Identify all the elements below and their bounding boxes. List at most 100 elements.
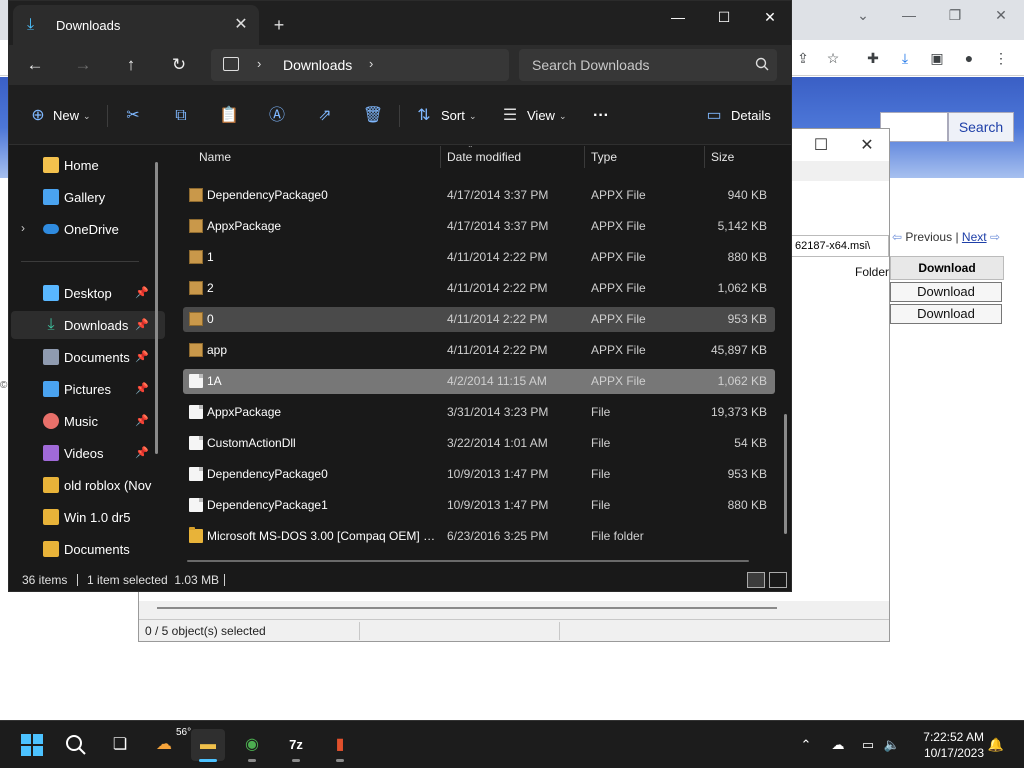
search-icon[interactable] bbox=[59, 729, 93, 761]
browser-minimize-button[interactable]: — bbox=[894, 4, 924, 26]
breadcrumb[interactable]: › Downloads › bbox=[211, 49, 509, 81]
download-button[interactable]: Download bbox=[890, 304, 1002, 324]
search-input[interactable] bbox=[519, 49, 749, 81]
start-icon[interactable] bbox=[15, 729, 49, 761]
chevron-right-icon[interactable]: › bbox=[257, 56, 261, 71]
file-explorer-taskbar-icon[interactable]: ▬ bbox=[191, 729, 225, 762]
table-row[interactable]: DependencyPackage1 10/9/2013 1:47 PM Fil… bbox=[183, 493, 775, 518]
table-row[interactable]: 1 4/11/2014 2:22 PM APPX File 880 KB bbox=[183, 245, 775, 270]
refresh-icon[interactable]: ↻ bbox=[165, 53, 193, 77]
explorer-tab[interactable]: ⤓ Downloads ✕ bbox=[13, 5, 259, 45]
notification-bell-icon[interactable]: 🔔 bbox=[986, 735, 1006, 755]
download-button[interactable]: Download bbox=[890, 282, 1002, 302]
chevron-down-icon[interactable]: ⌄ bbox=[469, 105, 477, 127]
close-button[interactable]: ✕ bbox=[747, 5, 793, 29]
table-row[interactable]: app 4/11/2014 2:22 PM APPX File 45,897 K… bbox=[183, 338, 775, 363]
sidebar-item-win-1-0[interactable]: Win 1.0 dr5 bbox=[11, 503, 165, 531]
cut-icon[interactable]: ✂ bbox=[122, 105, 144, 127]
web-search-input[interactable] bbox=[880, 112, 948, 142]
browser-close-button[interactable]: ✕ bbox=[986, 4, 1016, 26]
rename-icon[interactable]: Ⓐ bbox=[266, 105, 288, 127]
browser-menu-icon[interactable]: ⋮ bbox=[988, 45, 1014, 71]
sidebar-item-documents-folder[interactable]: Documents bbox=[11, 535, 165, 563]
sidebar-item-gallery[interactable]: Gallery bbox=[11, 183, 165, 211]
pin-icon[interactable]: 📌 bbox=[135, 382, 149, 395]
maximize-button[interactable]: ☐ bbox=[701, 5, 747, 29]
sidebar-item-old-roblox[interactable]: old roblox (Nov bbox=[11, 471, 165, 499]
content-horizontal-scrollbar[interactable] bbox=[187, 560, 749, 562]
side-panel-icon[interactable]: ▣ bbox=[924, 45, 950, 71]
sidebar-item-pictures[interactable]: Pictures 📌 bbox=[11, 375, 165, 403]
pin-icon[interactable]: 📌 bbox=[135, 350, 149, 363]
chrome-icon[interactable]: ◉ bbox=[235, 729, 269, 762]
table-row[interactable]: AppxPackage 4/17/2014 3:37 PM APPX File … bbox=[183, 214, 775, 239]
table-row[interactable]: DependencyPackage0 4/17/2014 3:37 PM APP… bbox=[183, 183, 775, 208]
bookmark-star-icon[interactable]: ☆ bbox=[820, 45, 846, 71]
table-row[interactable]: AppxPackage 3/31/2014 3:23 PM File 19,37… bbox=[183, 400, 775, 425]
view-icon[interactable]: ☰ bbox=[499, 105, 521, 127]
table-row[interactable]: 2 4/11/2014 2:22 PM APPX File 1,062 KB bbox=[183, 276, 775, 301]
column-divider[interactable] bbox=[704, 146, 705, 168]
paste-icon[interactable]: 📋 bbox=[218, 105, 240, 127]
chevron-right-icon[interactable]: › bbox=[21, 221, 25, 235]
breadcrumb-downloads[interactable]: Downloads bbox=[283, 57, 352, 73]
column-date-modified[interactable]: Date modified bbox=[447, 150, 521, 164]
browser-restore-button[interactable]: ❐ bbox=[940, 4, 970, 26]
search-icon[interactable] bbox=[755, 57, 769, 71]
sidebar-item-documents[interactable]: Documents 📌 bbox=[11, 343, 165, 371]
details-button[interactable]: Details bbox=[731, 105, 771, 127]
archive-scrollbar[interactable] bbox=[157, 607, 777, 609]
share-icon[interactable]: ⇗ bbox=[314, 105, 336, 127]
volume-icon[interactable]: 🔈 bbox=[882, 735, 902, 755]
system-clock[interactable]: 7:22:52 AM 10/17/2023 bbox=[916, 729, 984, 761]
7zip-icon[interactable]: 7z bbox=[279, 729, 313, 762]
sidebar-item-music[interactable]: Music 📌 bbox=[11, 407, 165, 435]
sidebar-item-desktop[interactable]: Desktop 📌 bbox=[11, 279, 165, 307]
tab-close-icon[interactable]: ✕ bbox=[229, 13, 253, 37]
archive-path-combo[interactable]: 62187-x64.msi\ bbox=[790, 235, 889, 257]
table-row[interactable]: 0 4/11/2014 2:22 PM APPX File 953 KB bbox=[183, 307, 775, 332]
new-plus-icon[interactable]: ⊕ bbox=[27, 105, 49, 127]
column-divider[interactable] bbox=[584, 146, 585, 168]
close-icon[interactable]: ✕ bbox=[847, 133, 887, 159]
chevron-right-icon[interactable]: › bbox=[369, 56, 373, 71]
tiles-view-icon[interactable] bbox=[769, 572, 787, 588]
chevron-down-icon[interactable]: ⌄ bbox=[848, 4, 878, 26]
sidebar-item-videos[interactable]: Videos 📌 bbox=[11, 439, 165, 467]
sidebar-item-home[interactable]: Home bbox=[11, 151, 165, 179]
extensions-icon[interactable]: ✚ bbox=[860, 45, 886, 71]
chevron-down-icon[interactable]: ⌄ bbox=[83, 105, 91, 127]
web-search-button[interactable]: Search bbox=[948, 112, 1014, 142]
minimize-button[interactable]: — bbox=[655, 5, 701, 29]
chevron-down-icon[interactable]: ⌄ bbox=[559, 105, 567, 127]
network-cloud-icon[interactable]: ☁ bbox=[828, 735, 848, 755]
delete-icon[interactable]: 🗑 bbox=[362, 105, 384, 127]
sort-icon[interactable]: ⇅ bbox=[413, 105, 435, 127]
back-arrow-icon[interactable]: ← bbox=[21, 53, 49, 77]
up-arrow-icon[interactable]: ↑ bbox=[117, 53, 145, 77]
pin-icon[interactable]: 📌 bbox=[135, 414, 149, 427]
column-divider[interactable] bbox=[440, 146, 441, 168]
nav-scrollbar[interactable] bbox=[155, 162, 158, 454]
maximize-icon[interactable]: ☐ bbox=[801, 133, 841, 159]
table-row[interactable]: 1A 4/2/2014 11:15 AM APPX File 1,062 KB bbox=[183, 369, 775, 394]
table-row[interactable]: DependencyPackage0 10/9/2013 1:47 PM Fil… bbox=[183, 462, 775, 487]
pin-icon[interactable]: 📌 bbox=[135, 286, 149, 299]
content-vertical-scrollbar[interactable] bbox=[784, 414, 787, 534]
previous-link[interactable]: Previous bbox=[905, 230, 952, 244]
details-pane-icon[interactable]: ▭ bbox=[703, 105, 725, 127]
downloads-icon[interactable]: ⤓ bbox=[892, 45, 918, 71]
next-link[interactable]: Next bbox=[962, 230, 987, 244]
sidebar-item-onedrive[interactable]: › OneDrive bbox=[11, 215, 165, 243]
display-icon[interactable]: ▭ bbox=[858, 735, 878, 755]
office-icon[interactable]: ▮ bbox=[323, 729, 357, 762]
details-view-icon[interactable] bbox=[747, 572, 765, 588]
folder-column-header[interactable]: Folder bbox=[855, 265, 889, 279]
sidebar-item-downloads[interactable]: ⤓ Downloads 📌 bbox=[11, 311, 165, 339]
copy-icon[interactable]: ⧉ bbox=[170, 105, 192, 127]
pin-icon[interactable]: 📌 bbox=[135, 446, 149, 459]
chevron-up-icon[interactable]: ⌃ bbox=[796, 735, 816, 755]
column-type[interactable]: Type bbox=[591, 150, 617, 164]
share-icon[interactable]: ⇪ bbox=[790, 45, 816, 71]
sort-button[interactable]: Sort bbox=[441, 105, 465, 127]
